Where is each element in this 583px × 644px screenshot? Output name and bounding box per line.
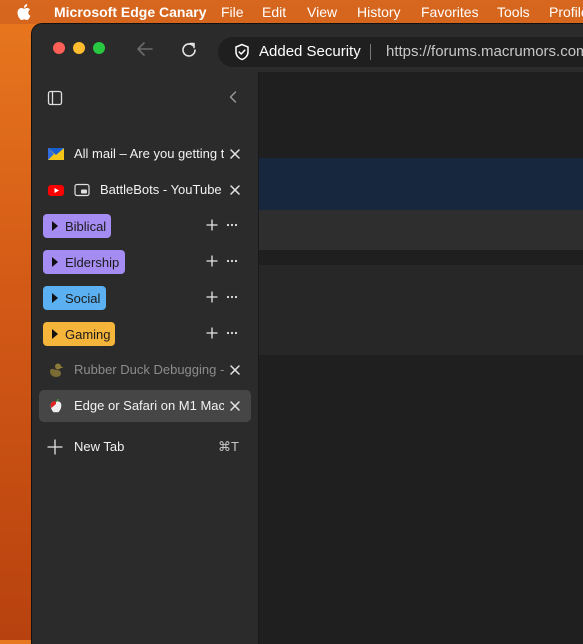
close-tab-icon[interactable] bbox=[228, 363, 242, 377]
back-arrow-icon[interactable] bbox=[136, 40, 154, 58]
expand-triangle-icon bbox=[52, 221, 58, 231]
menu-view[interactable]: View bbox=[307, 4, 337, 20]
menu-profile[interactable]: Profile bbox=[549, 4, 583, 20]
page-content-area[interactable] bbox=[259, 72, 583, 644]
expand-triangle-icon bbox=[52, 329, 58, 339]
group-label-chip[interactable]: Eldership bbox=[43, 250, 125, 274]
tab-group-eldership: Eldership bbox=[39, 246, 251, 278]
minimize-window-button[interactable] bbox=[73, 42, 85, 54]
expand-triangle-icon bbox=[52, 257, 58, 267]
tab-title: Rubber Duck Debugging - bbox=[74, 362, 224, 377]
apple-logo-icon[interactable] bbox=[17, 3, 33, 21]
more-options-icon[interactable] bbox=[225, 290, 239, 304]
expand-triangle-icon bbox=[52, 293, 58, 303]
tab-group-biblical: Biblical bbox=[39, 210, 251, 242]
close-tab-icon[interactable] bbox=[228, 399, 242, 413]
menu-edit[interactable]: Edit bbox=[262, 4, 286, 20]
refresh-icon[interactable] bbox=[180, 41, 198, 59]
menu-tools[interactable]: Tools bbox=[497, 4, 530, 20]
duck-icon bbox=[50, 363, 64, 377]
shield-check-icon[interactable] bbox=[234, 43, 250, 61]
page-header-band bbox=[259, 158, 583, 210]
vertical-tabs-sidebar: All mail – Are you getting the BattleBot… bbox=[32, 72, 259, 644]
browser-window: Added Security https://forums.macrumors.… bbox=[32, 24, 583, 644]
group-label: Social bbox=[65, 291, 101, 306]
tab-battlebots[interactable]: BattleBots - YouTube bbox=[39, 174, 251, 206]
more-options-icon[interactable] bbox=[225, 326, 239, 340]
tab-title: All mail – Are you getting the bbox=[74, 146, 224, 161]
new-tab-button[interactable]: New Tab bbox=[74, 439, 124, 454]
tab-all-mail[interactable]: All mail – Are you getting the bbox=[39, 138, 251, 170]
tab-title: BattleBots - YouTube bbox=[100, 182, 222, 197]
title-bar: Added Security https://forums.macrumors.… bbox=[32, 24, 583, 72]
add-tab-to-group-icon[interactable] bbox=[205, 254, 219, 268]
picture-in-picture-icon[interactable] bbox=[74, 183, 90, 197]
menu-favorites[interactable]: Favorites bbox=[421, 4, 479, 20]
group-label-chip[interactable]: Gaming bbox=[43, 322, 115, 346]
tab-title: Edge or Safari on M1 Mac bbox=[74, 398, 224, 413]
group-label-chip[interactable]: Social bbox=[43, 286, 106, 310]
tab-rubber-duck[interactable]: Rubber Duck Debugging - bbox=[39, 354, 251, 386]
page-nav-band bbox=[259, 210, 583, 250]
youtube-icon bbox=[48, 185, 64, 196]
macos-menu-bar: Microsoft Edge Canary File Edit View His… bbox=[0, 0, 583, 24]
mail-icon bbox=[48, 148, 64, 160]
tab-group-gaming: Gaming bbox=[39, 318, 251, 350]
group-label: Biblical bbox=[65, 219, 107, 234]
security-label[interactable]: Added Security bbox=[259, 43, 361, 60]
more-options-icon[interactable] bbox=[225, 254, 239, 268]
new-tab-plus-icon[interactable] bbox=[47, 439, 63, 455]
close-window-button[interactable] bbox=[53, 42, 65, 54]
menu-file[interactable]: File bbox=[221, 4, 244, 20]
address-bar[interactable]: Added Security https://forums.macrumors.… bbox=[218, 37, 583, 67]
add-tab-to-group-icon[interactable] bbox=[205, 218, 219, 232]
group-label: Gaming bbox=[65, 327, 111, 342]
menu-app-name[interactable]: Microsoft Edge Canary bbox=[54, 4, 206, 20]
page-section-band bbox=[259, 265, 583, 355]
close-tab-icon[interactable] bbox=[228, 183, 242, 197]
menu-history[interactable]: History bbox=[357, 4, 401, 20]
address-divider bbox=[370, 44, 371, 60]
close-tab-icon[interactable] bbox=[228, 147, 242, 161]
group-label-chip[interactable]: Biblical bbox=[43, 214, 111, 238]
new-tab-shortcut: ⌘T bbox=[218, 439, 239, 454]
tab-group-social: Social bbox=[39, 282, 251, 314]
add-tab-to-group-icon[interactable] bbox=[205, 290, 219, 304]
more-options-icon[interactable] bbox=[225, 218, 239, 232]
collapse-pane-icon[interactable] bbox=[225, 89, 241, 105]
macrumors-icon bbox=[50, 399, 62, 413]
url-text[interactable]: https://forums.macrumors.com bbox=[386, 43, 583, 60]
add-tab-to-group-icon[interactable] bbox=[205, 326, 219, 340]
group-label: Eldership bbox=[65, 255, 120, 270]
zoom-window-button[interactable] bbox=[93, 42, 105, 54]
tab-actions-menu-icon[interactable] bbox=[47, 90, 63, 106]
tab-edge-or-safari[interactable]: Edge or Safari on M1 Mac bbox=[39, 390, 251, 422]
